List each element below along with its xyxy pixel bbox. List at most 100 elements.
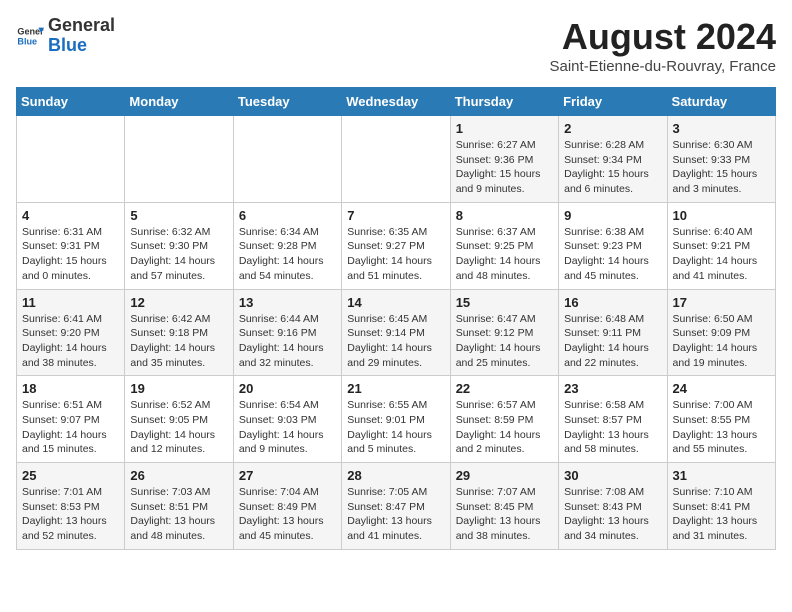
header-day-saturday: Saturday [667,88,775,116]
day-info: Sunrise: 7:10 AM Sunset: 8:41 PM Dayligh… [673,485,770,544]
calendar-table: SundayMondayTuesdayWednesdayThursdayFrid… [16,87,776,550]
day-number: 28 [347,468,444,483]
calendar-cell: 3Sunrise: 6:30 AM Sunset: 9:33 PM Daylig… [667,116,775,203]
calendar-cell: 10Sunrise: 6:40 AM Sunset: 9:21 PM Dayli… [667,202,775,289]
calendar-body: 1Sunrise: 6:27 AM Sunset: 9:36 PM Daylig… [17,116,776,550]
day-number: 13 [239,295,336,310]
calendar-cell: 29Sunrise: 7:07 AM Sunset: 8:45 PM Dayli… [450,463,558,550]
day-info: Sunrise: 6:57 AM Sunset: 8:59 PM Dayligh… [456,398,553,457]
logo-icon: General Blue [16,22,44,50]
day-info: Sunrise: 6:41 AM Sunset: 9:20 PM Dayligh… [22,312,119,371]
day-number: 11 [22,295,119,310]
calendar-cell: 7 Sunrise: 6:35 AM Sunset: 9:27 PM Daylig… [342,202,450,289]
calendar-week-4: 25 Sunrise: 7:01 AM Sunset: 8:53 PM Dayli… [17,463,776,550]
calendar-cell: 12 Sunrise: 6:42 AM Sunset: 9:18 PM Dayli… [125,289,233,376]
header-day-sunday: Sunday [17,88,125,116]
calendar-header: SundayMondayTuesdayWednesdayThursdayFrid… [17,88,776,116]
day-number: 27 [239,468,336,483]
calendar-cell [342,116,450,203]
day-number: 21 [347,381,444,396]
calendar-week-2: 11 Sunrise: 6:41 AM Sunset: 9:20 PM Dayli… [17,289,776,376]
day-number: 20 [239,381,336,396]
calendar-cell [125,116,233,203]
day-number: 3 [673,121,770,136]
day-number: 19 [130,381,227,396]
calendar-cell: 15 Sunrise: 6:47 AM Sunset: 9:12 PM Dayli… [450,289,558,376]
calendar-cell: 25 Sunrise: 7:01 AM Sunset: 8:53 PM Dayli… [17,463,125,550]
day-number: 22 [456,381,553,396]
day-info: Sunrise: 6:38 AM Sunset: 9:23 PM Dayligh… [564,225,661,284]
day-number: 31 [673,468,770,483]
day-info: Sunrise: 7:03 AM Sunset: 8:51 PM Dayligh… [130,485,227,544]
day-info: Sunrise: 6:48 AM Sunset: 9:11 PM Dayligh… [564,312,661,371]
calendar-cell: 23Sunrise: 6:58 AM Sunset: 8:57 PM Dayli… [559,376,667,463]
day-number: 18 [22,381,119,396]
day-number: 16 [564,295,661,310]
day-info: Sunrise: 6:52 AM Sunset: 9:05 PM Dayligh… [130,398,227,457]
month-title: August 2024 [550,16,777,58]
day-info: Sunrise: 7:08 AM Sunset: 8:43 PM Dayligh… [564,485,661,544]
day-info: Sunrise: 6:42 AM Sunset: 9:18 PM Dayligh… [130,312,227,371]
day-number: 4 [22,208,119,223]
svg-text:Blue: Blue [17,36,37,46]
day-info: Sunrise: 6:32 AM Sunset: 9:30 PM Dayligh… [130,225,227,284]
day-info: Sunrise: 7:01 AM Sunset: 8:53 PM Dayligh… [22,485,119,544]
day-info: Sunrise: 6:54 AM Sunset: 9:03 PM Dayligh… [239,398,336,457]
logo-blue-text: Blue [48,35,87,55]
calendar-cell: 21Sunrise: 6:55 AM Sunset: 9:01 PM Dayli… [342,376,450,463]
day-info: Sunrise: 6:35 AM Sunset: 9:27 PM Dayligh… [347,225,444,284]
logo: General Blue General Blue [16,16,115,56]
header-day-thursday: Thursday [450,88,558,116]
day-number: 15 [456,295,553,310]
day-number: 1 [456,121,553,136]
header: General Blue General Blue August 2024 Sa… [16,16,776,75]
day-number: 6 [239,208,336,223]
calendar-cell: 14 Sunrise: 6:45 AM Sunset: 9:14 PM Dayli… [342,289,450,376]
calendar-cell: 2Sunrise: 6:28 AM Sunset: 9:34 PM Daylig… [559,116,667,203]
day-info: Sunrise: 7:04 AM Sunset: 8:49 PM Dayligh… [239,485,336,544]
calendar-cell: 4Sunrise: 6:31 AM Sunset: 9:31 PM Daylig… [17,202,125,289]
day-info: Sunrise: 6:45 AM Sunset: 9:14 PM Dayligh… [347,312,444,371]
header-day-tuesday: Tuesday [233,88,341,116]
calendar-cell: 18 Sunrise: 6:51 AM Sunset: 9:07 PM Dayli… [17,376,125,463]
calendar-cell: 17Sunrise: 6:50 AM Sunset: 9:09 PM Dayli… [667,289,775,376]
day-number: 25 [22,468,119,483]
calendar-cell: 31 Sunrise: 7:10 AM Sunset: 8:41 PM Dayli… [667,463,775,550]
day-number: 7 [347,208,444,223]
calendar-cell: 8Sunrise: 6:37 AM Sunset: 9:25 PM Daylig… [450,202,558,289]
day-number: 29 [456,468,553,483]
calendar-cell: 20 Sunrise: 6:54 AM Sunset: 9:03 PM Dayli… [233,376,341,463]
day-number: 10 [673,208,770,223]
day-number: 5 [130,208,227,223]
day-info: Sunrise: 6:34 AM Sunset: 9:28 PM Dayligh… [239,225,336,284]
location: Saint-Etienne-du-Rouvray, France [550,58,777,75]
calendar-cell: 11 Sunrise: 6:41 AM Sunset: 9:20 PM Dayli… [17,289,125,376]
day-number: 8 [456,208,553,223]
calendar-cell: 1Sunrise: 6:27 AM Sunset: 9:36 PM Daylig… [450,116,558,203]
calendar-cell: 30 Sunrise: 7:08 AM Sunset: 8:43 PM Dayli… [559,463,667,550]
calendar-cell: 6 Sunrise: 6:34 AM Sunset: 9:28 PM Daylig… [233,202,341,289]
day-number: 30 [564,468,661,483]
day-info: Sunrise: 7:00 AM Sunset: 8:55 PM Dayligh… [673,398,770,457]
calendar-cell: 27 Sunrise: 7:04 AM Sunset: 8:49 PM Dayli… [233,463,341,550]
calendar-cell: 22 Sunrise: 6:57 AM Sunset: 8:59 PM Dayli… [450,376,558,463]
calendar-cell: 16 Sunrise: 6:48 AM Sunset: 9:11 PM Dayli… [559,289,667,376]
calendar-cell [17,116,125,203]
calendar-cell [233,116,341,203]
day-number: 26 [130,468,227,483]
day-number: 14 [347,295,444,310]
calendar-week-0: 1Sunrise: 6:27 AM Sunset: 9:36 PM Daylig… [17,116,776,203]
day-info: Sunrise: 6:51 AM Sunset: 9:07 PM Dayligh… [22,398,119,457]
day-number: 12 [130,295,227,310]
day-info: Sunrise: 7:05 AM Sunset: 8:47 PM Dayligh… [347,485,444,544]
logo-general-text: General [48,15,115,35]
calendar-cell: 13Sunrise: 6:44 AM Sunset: 9:16 PM Dayli… [233,289,341,376]
header-day-wednesday: Wednesday [342,88,450,116]
calendar-cell: 24Sunrise: 7:00 AM Sunset: 8:55 PM Dayli… [667,376,775,463]
calendar-week-1: 4Sunrise: 6:31 AM Sunset: 9:31 PM Daylig… [17,202,776,289]
header-row: SundayMondayTuesdayWednesdayThursdayFrid… [17,88,776,116]
day-info: Sunrise: 6:58 AM Sunset: 8:57 PM Dayligh… [564,398,661,457]
calendar-week-3: 18 Sunrise: 6:51 AM Sunset: 9:07 PM Dayli… [17,376,776,463]
day-info: Sunrise: 6:47 AM Sunset: 9:12 PM Dayligh… [456,312,553,371]
title-area: August 2024 Saint-Etienne-du-Rouvray, Fr… [550,16,777,75]
